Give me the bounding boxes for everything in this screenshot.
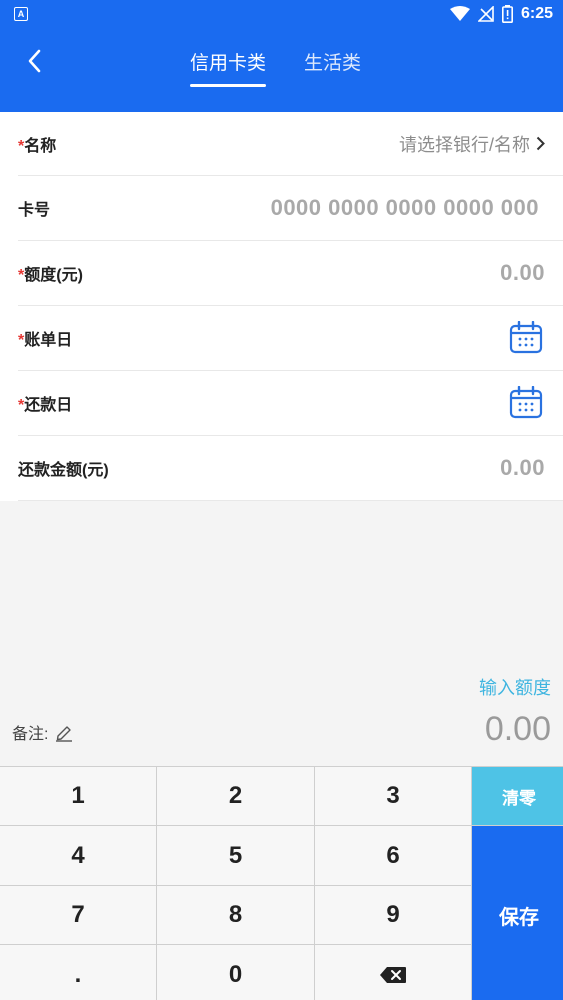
key-3[interactable]: 3 <box>315 767 471 825</box>
name-label: 名称 <box>24 137 57 155</box>
amount-entry: 输入额度 备注: 0.00 <box>0 670 563 766</box>
key-7[interactable]: 7 <box>0 886 156 944</box>
chevron-right-icon <box>536 136 545 151</box>
amount-display: 0.00 <box>484 710 551 748</box>
chevron-left-icon <box>28 49 41 73</box>
clear-button[interactable]: 清零 <box>472 767 563 825</box>
note-label: 备注: <box>12 726 49 743</box>
key-1[interactable]: 1 <box>0 767 156 825</box>
app-notification-icon: A <box>14 7 28 21</box>
limit-row[interactable]: *额度(元) 0.00 <box>18 241 563 306</box>
tab-living[interactable]: 生活类 <box>304 48 361 87</box>
card-number-label: 卡号 <box>18 202 51 219</box>
repay-amount-label: 还款金额(元) <box>18 462 109 479</box>
card-number-row[interactable]: 卡号 0000 0000 0000 0000 000 <box>18 176 563 241</box>
amount-hint: 输入额度 <box>479 678 551 698</box>
repay-amount-value[interactable]: 0.00 <box>500 455 545 481</box>
clock: 6:25 <box>520 5 553 22</box>
repay-day-label: 还款日 <box>24 397 73 414</box>
backspace-button[interactable] <box>315 945 471 1000</box>
bank-name-placeholder: 请选择银行/名称 <box>398 134 530 155</box>
no-signal-icon <box>477 6 494 22</box>
key-dot[interactable]: . <box>0 945 156 1000</box>
calendar-icon[interactable] <box>509 386 543 420</box>
back-button[interactable] <box>22 48 46 74</box>
key-6[interactable]: 6 <box>315 826 471 885</box>
calendar-icon[interactable] <box>509 321 543 355</box>
app-header: A 6:25 信用卡类 生活类 <box>0 0 563 112</box>
bank-name-selector[interactable]: 请选择银行/名称 <box>399 131 545 157</box>
status-bar: A 6:25 <box>0 0 563 28</box>
numeric-keypad: 1 2 3 清零 4 5 6 保存 7 8 9 . 0 <box>0 766 563 1000</box>
repay-day-row[interactable]: *还款日 <box>18 371 563 436</box>
key-2[interactable]: 2 <box>157 767 314 825</box>
edit-icon <box>56 726 73 742</box>
name-row[interactable]: *名称 请选择银行/名称 <box>18 112 563 176</box>
repay-amount-row[interactable]: 还款金额(元) 0.00 <box>18 436 563 501</box>
bill-day-label: 账单日 <box>24 332 73 349</box>
key-0[interactable]: 0 <box>157 945 314 1000</box>
wifi-icon <box>449 6 470 21</box>
tab-credit-card[interactable]: 信用卡类 <box>190 48 267 87</box>
key-9[interactable]: 9 <box>315 886 471 944</box>
card-form: *名称 请选择银行/名称 卡号 0000 0000 0000 0000 000 … <box>0 112 563 501</box>
key-5[interactable]: 5 <box>157 826 314 885</box>
save-button[interactable]: 保存 <box>472 826 563 1000</box>
key-8[interactable]: 8 <box>157 886 314 944</box>
key-4[interactable]: 4 <box>0 826 156 885</box>
bill-day-row[interactable]: *账单日 <box>18 306 563 371</box>
limit-label: 额度(元) <box>24 267 83 284</box>
note-button[interactable]: 备注: <box>12 720 74 744</box>
card-number-input[interactable]: 0000 0000 0000 0000 000 <box>271 195 539 221</box>
battery-icon <box>501 5 513 23</box>
backspace-icon <box>380 966 406 983</box>
limit-value[interactable]: 0.00 <box>500 260 545 286</box>
